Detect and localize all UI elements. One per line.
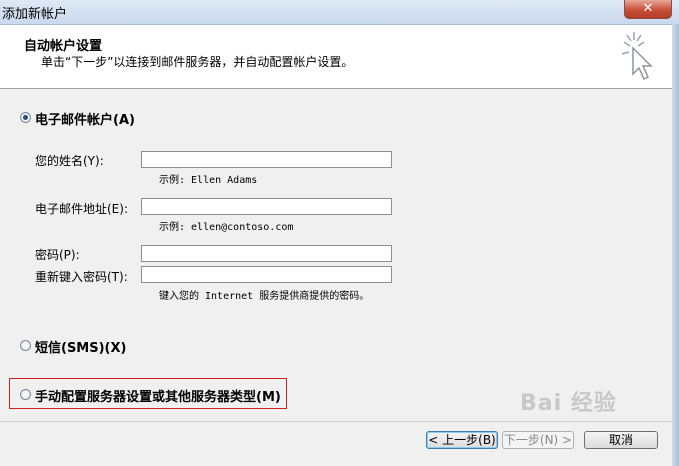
- page-subtitle: 单击“下一步”以连接到邮件服务器，并自动配置帐户设置。: [41, 55, 354, 69]
- email-hint: 示例: ellen@contoso.com: [159, 222, 294, 233]
- password-hint: 键入您的 Internet 服务提供商提供的密码。: [159, 291, 370, 302]
- close-button[interactable]: ✕: [624, 0, 672, 19]
- email-label: 电子邮件地址(E):: [35, 202, 128, 216]
- confirm-password-input[interactable]: [141, 266, 392, 283]
- name-input[interactable]: [141, 151, 392, 168]
- window-title: 添加新帐户: [2, 7, 68, 22]
- back-button[interactable]: < 上一步(B): [426, 431, 498, 449]
- email-account-label[interactable]: 电子邮件帐户(A): [35, 109, 135, 128]
- window-frame-right: [672, 24, 679, 466]
- cancel-button[interactable]: 取消: [584, 431, 658, 449]
- password-input[interactable]: [141, 245, 392, 262]
- sms-radio[interactable]: [20, 340, 31, 351]
- password-label: 密码(P):: [35, 248, 80, 262]
- close-icon: ✕: [642, 1, 654, 16]
- confirm-password-label: 重新键入密码(T):: [35, 270, 128, 284]
- name-hint: 示例: Ellen Adams: [159, 175, 258, 186]
- title-bar: 添加新帐户 ✕: [0, 0, 679, 25]
- email-account-radio[interactable]: [20, 112, 31, 123]
- wizard-cursor-icon: [621, 32, 653, 81]
- footer-divider: [0, 421, 672, 422]
- manual-config-radio[interactable]: [20, 389, 31, 400]
- wizard-header: 自动帐户设置 单击“下一步”以连接到邮件服务器，并自动配置帐户设置。: [0, 25, 672, 89]
- page-title: 自动帐户设置: [24, 39, 103, 54]
- next-button[interactable]: 下一步(N) >: [502, 431, 574, 449]
- watermark: Bai 经验: [520, 391, 617, 416]
- email-input[interactable]: [141, 198, 392, 215]
- sms-label[interactable]: 短信(SMS)(X): [35, 337, 126, 356]
- manual-config-label[interactable]: 手动配置服务器设置或其他服务器类型(M): [35, 386, 281, 405]
- name-label: 您的姓名(Y):: [35, 154, 104, 168]
